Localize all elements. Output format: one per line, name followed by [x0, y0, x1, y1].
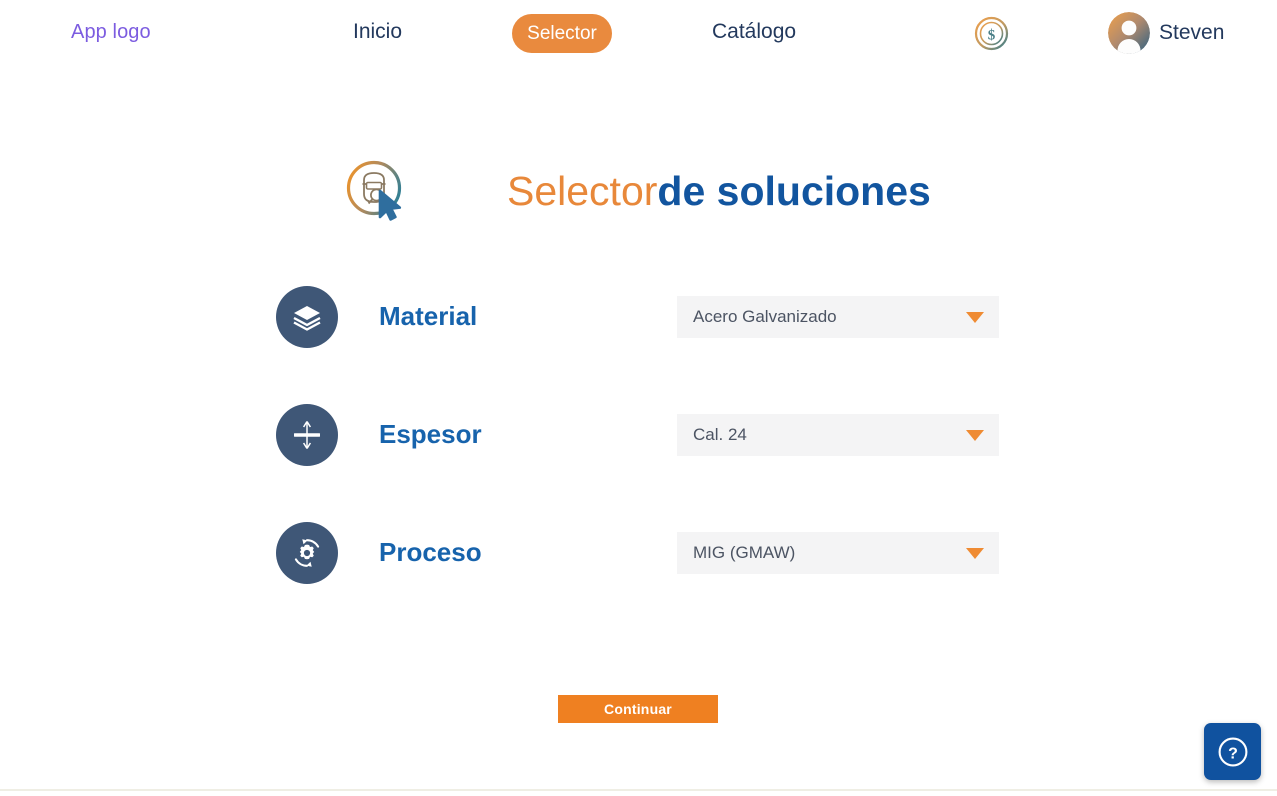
magnifier-welding-helmet-cursor-icon [340, 155, 414, 227]
svg-text:$: $ [988, 28, 996, 44]
user-avatar-icon [1108, 12, 1150, 54]
page-title: Selectorde soluciones [507, 167, 931, 214]
app-logo[interactable]: App logo [71, 21, 151, 44]
nav-item-catalogo[interactable]: Catálogo [712, 20, 796, 44]
help-button[interactable]: ? [1204, 723, 1261, 780]
continue-button[interactable]: Continuar [558, 695, 718, 723]
field-row-material: Material Acero Galvanizado [0, 286, 1277, 350]
nav-item-selector-label: Selector [527, 22, 597, 44]
nav-item-inicio[interactable]: Inicio [353, 20, 402, 44]
proceso-dropdown-value: MIG (GMAW) [693, 543, 796, 562]
page-title-secondary: de soluciones [657, 167, 931, 214]
selector-form: Material Acero Galvanizado Espesor Cal. … [0, 286, 1277, 640]
chevron-down-icon [966, 429, 984, 441]
field-label-espesor: Espesor [379, 419, 482, 449]
question-mark-circle-icon: ? [1218, 737, 1247, 766]
material-dropdown[interactable]: Acero Galvanizado [677, 296, 999, 338]
material-dropdown-value: Acero Galvanizado [693, 307, 837, 326]
page-title-row: Selectorde soluciones [340, 155, 931, 227]
proceso-dropdown[interactable]: MIG (GMAW) [677, 532, 999, 574]
thickness-caliper-icon [276, 404, 338, 466]
user-name-label: Steven [1159, 21, 1225, 44]
layers-icon [276, 286, 338, 348]
chevron-down-icon [966, 547, 984, 559]
espesor-dropdown[interactable]: Cal. 24 [677, 414, 999, 456]
top-navigation-bar: App logo Inicio Selector Catálogo $ Stev… [0, 0, 1277, 67]
nav-item-selector[interactable]: Selector [512, 14, 612, 53]
field-label-material: Material [379, 301, 478, 331]
espesor-dropdown-value: Cal. 24 [693, 425, 747, 444]
chevron-down-icon [966, 311, 984, 323]
field-row-proceso: Proceso MIG (GMAW) [0, 522, 1277, 586]
gear-process-icon [276, 522, 338, 584]
field-label-proceso: Proceso [379, 537, 482, 567]
user-menu[interactable]: Steven [1108, 12, 1224, 54]
svg-text:?: ? [1228, 745, 1238, 762]
bottom-divider [0, 789, 1277, 791]
page-title-primary: Selector [507, 167, 658, 214]
dollar-coin-icon[interactable]: $ [973, 15, 1010, 52]
field-row-espesor: Espesor Cal. 24 [0, 404, 1277, 468]
